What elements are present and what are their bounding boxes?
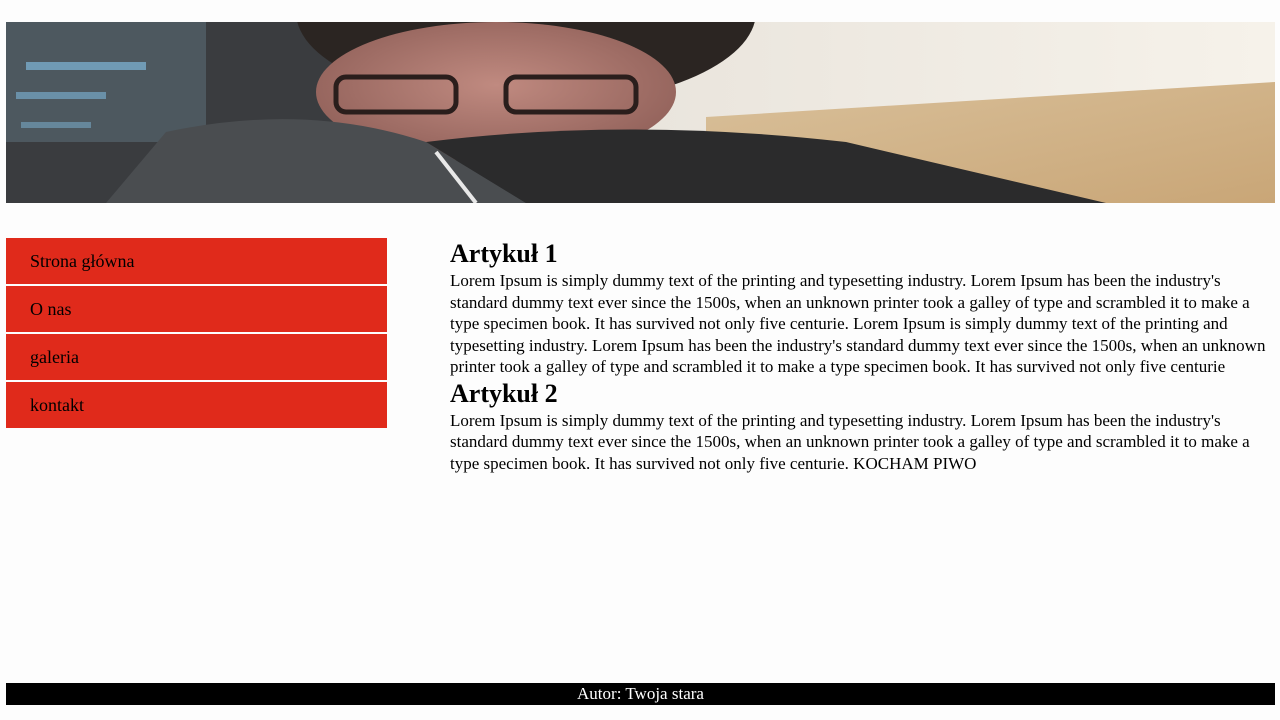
main-content: Artykuł 1 Lorem Ipsum is simply dummy te… <box>450 238 1272 474</box>
article-2-body: Lorem Ipsum is simply dummy text of the … <box>450 410 1250 473</box>
footer-author-text: Autor: Twoja stara <box>577 684 704 703</box>
menu-item-kontakt[interactable]: kontakt <box>6 382 387 428</box>
menu-item-galeria[interactable]: galeria <box>6 334 387 380</box>
footer: Autor: Twoja stara <box>6 683 1275 705</box>
article-1: Artykuł 1 Lorem Ipsum is simply dummy te… <box>450 238 1272 378</box>
menu-item-o-nas[interactable]: O nas <box>6 286 387 332</box>
article-2: Artykuł 2 Lorem Ipsum is simply dummy te… <box>450 378 1272 475</box>
article-2-title: Artykuł 2 <box>450 378 558 408</box>
article-1-body: Lorem Ipsum is simply dummy text of the … <box>450 271 1266 376</box>
article-1-title: Artykuł 1 <box>450 239 558 268</box>
menu-item-strona-glowna[interactable]: Strona główna <box>6 238 387 284</box>
banner-photo <box>6 22 1275 203</box>
header-banner-image <box>6 22 1275 203</box>
sidebar-menu: Strona główna O nas galeria kontakt <box>6 238 387 430</box>
